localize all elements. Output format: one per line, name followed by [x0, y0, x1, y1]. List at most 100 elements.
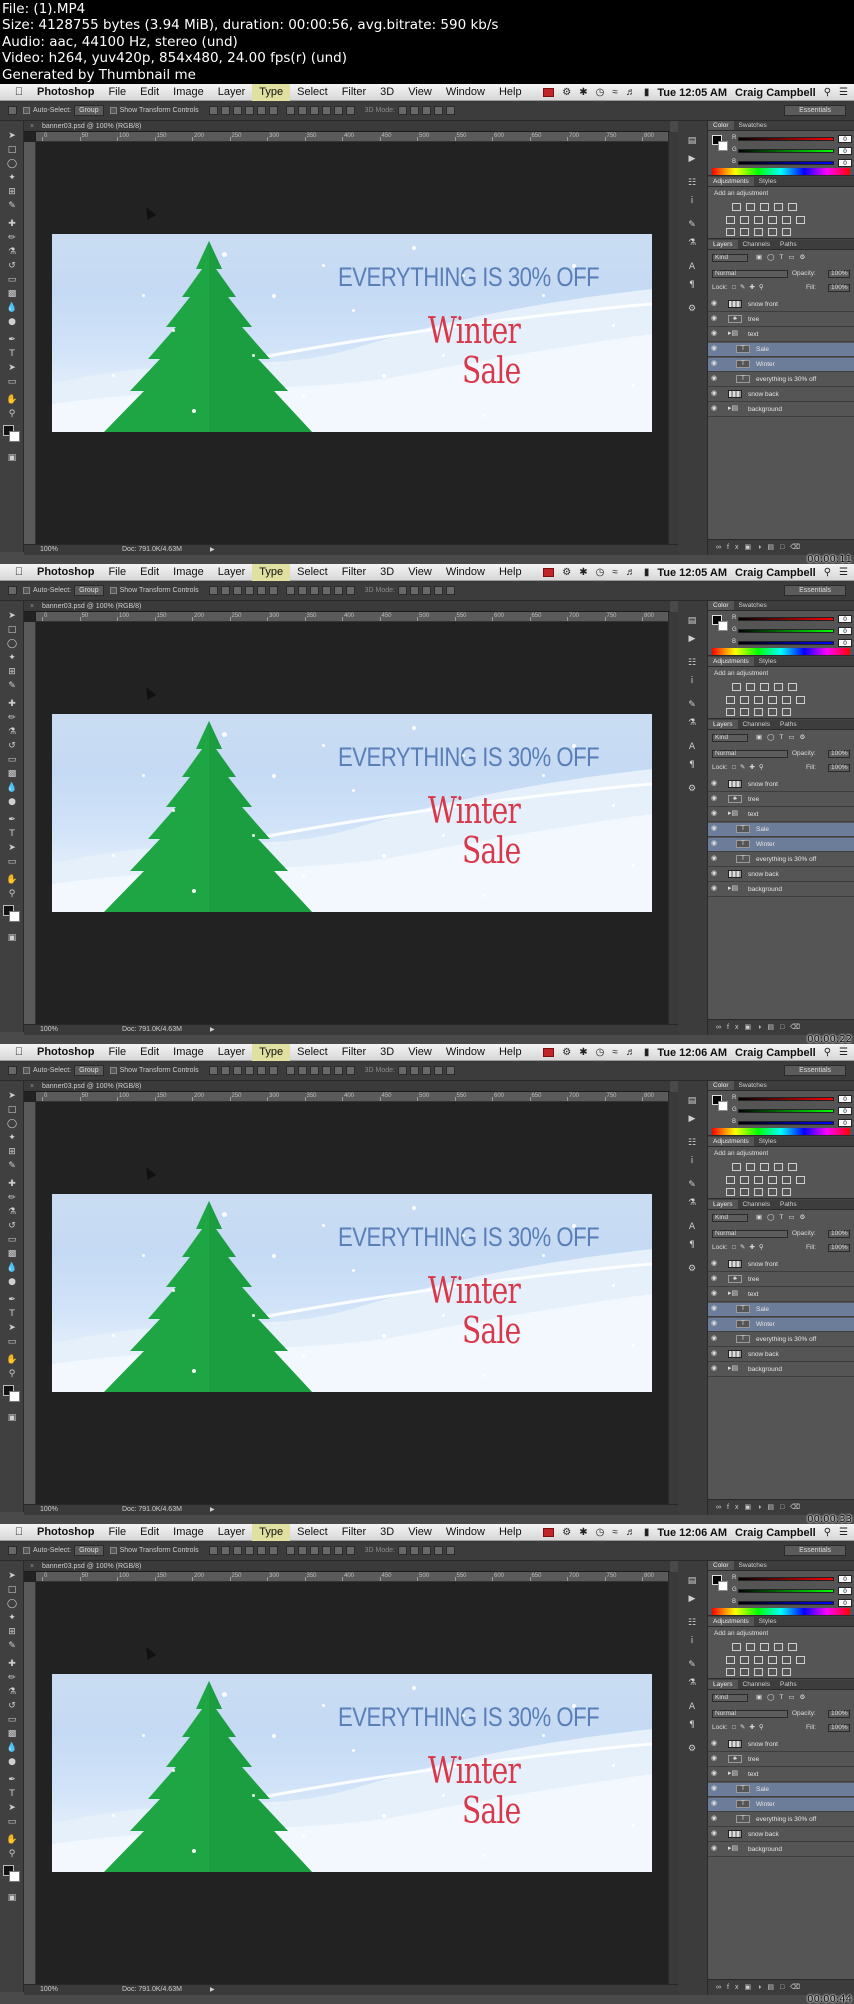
layer-row[interactable]: ◉ snow front: [708, 1258, 854, 1272]
time-machine-icon[interactable]: ◷: [596, 1047, 605, 1058]
history-icon[interactable]: ▤: [686, 135, 698, 147]
tab-channels[interactable]: Channels: [738, 1680, 775, 1689]
menu-layer[interactable]: Layer: [211, 1524, 253, 1541]
3d-slide-icon[interactable]: [433, 586, 443, 595]
distribute-middle-icon[interactable]: [297, 106, 307, 115]
blue-slider[interactable]: [738, 641, 834, 645]
fx-icon[interactable]: fx: [727, 1504, 744, 1511]
layer-row[interactable]: ◉ T Winter: [708, 358, 854, 372]
align-center-icon[interactable]: [256, 106, 266, 115]
gradient-tool-icon[interactable]: ▩: [5, 767, 19, 781]
zoom-tool-icon[interactable]: ⚲: [5, 1847, 19, 1861]
history-brush-tool-icon[interactable]: ↺: [5, 1699, 19, 1713]
3d-rotate-icon[interactable]: [397, 106, 407, 115]
blur-tool-icon[interactable]: 💧: [5, 1741, 19, 1755]
move-tool-icon[interactable]: [8, 1066, 17, 1075]
battery-icon[interactable]: ▮: [644, 567, 650, 578]
crop-tool-icon[interactable]: ⊞: [5, 1145, 19, 1159]
quick-select-tool-icon[interactable]: ✦: [5, 1131, 19, 1145]
menu-select[interactable]: Select: [290, 1044, 335, 1061]
info-icon[interactable]: i: [686, 1155, 698, 1167]
auto-select-dropdown[interactable]: Group: [74, 1545, 104, 1556]
eye-icon[interactable]: ◉: [711, 358, 720, 370]
threshold-icon[interactable]: [754, 1668, 763, 1676]
mask-icon[interactable]: ▣: [744, 1024, 757, 1031]
green-slider[interactable]: [738, 629, 834, 633]
crop-tool-icon[interactable]: ⊞: [5, 1625, 19, 1639]
layer-row[interactable]: ◉ snow back: [708, 868, 854, 882]
align-top-icon[interactable]: [208, 1546, 218, 1555]
hue-sat-icon[interactable]: [726, 1656, 735, 1664]
align-left-icon[interactable]: [244, 106, 254, 115]
menu-edit[interactable]: Edit: [133, 84, 166, 101]
background-swatch[interactable]: [718, 621, 728, 631]
menu-app-name[interactable]: Photoshop: [30, 1044, 101, 1061]
3d-rotate-icon[interactable]: [397, 1066, 407, 1075]
search-icon[interactable]: ⚲: [824, 1047, 831, 1058]
3d-roll-icon[interactable]: [409, 1546, 419, 1555]
green-slider[interactable]: [738, 1589, 834, 1593]
flag-icon[interactable]: [543, 88, 555, 97]
menu-layer[interactable]: Layer: [211, 84, 253, 101]
tab-layers[interactable]: Layers: [708, 1680, 738, 1689]
posterize-icon[interactable]: [740, 228, 749, 236]
blue-slider[interactable]: [738, 161, 834, 165]
align-center-icon[interactable]: [256, 1066, 266, 1075]
tab-styles[interactable]: Styles: [754, 177, 782, 186]
pen-tool-icon[interactable]: ✒: [5, 813, 19, 827]
type-tool-icon[interactable]: T: [5, 347, 19, 361]
red-value[interactable]: 0: [838, 615, 852, 623]
selective-color-icon[interactable]: [782, 1188, 791, 1196]
tab-paths[interactable]: Paths: [775, 1200, 802, 1209]
layer-kind-dropdown[interactable]: Kind: [712, 1694, 748, 1702]
marquee-tool-icon[interactable]: □: [5, 143, 19, 157]
black-white-icon[interactable]: [754, 1656, 763, 1664]
black-white-icon[interactable]: [754, 1176, 763, 1184]
gear-icon[interactable]: ⚙: [562, 87, 571, 98]
background-swatch[interactable]: [718, 1581, 728, 1591]
distribute-right-icon[interactable]: [345, 106, 355, 115]
zoom-tool-icon[interactable]: ⚲: [5, 887, 19, 901]
eye-icon[interactable]: ◉: [711, 1348, 720, 1360]
3d-scale-icon[interactable]: [445, 1546, 455, 1555]
posterize-icon[interactable]: [740, 1668, 749, 1676]
align-right-icon[interactable]: [268, 1066, 278, 1075]
fill-field[interactable]: 100%: [828, 764, 850, 772]
close-icon[interactable]: ×: [30, 1081, 34, 1092]
eye-icon[interactable]: ◉: [711, 1843, 720, 1855]
align-left-icon[interactable]: [244, 1066, 254, 1075]
tab-swatches[interactable]: Swatches: [734, 1561, 772, 1570]
auto-select-checkbox[interactable]: [23, 1547, 30, 1554]
distribute-top-icon[interactable]: [285, 106, 295, 115]
history-brush-tool-icon[interactable]: ↺: [5, 259, 19, 273]
align-center-icon[interactable]: [256, 1546, 266, 1555]
document-tab[interactable]: × banner03.psd @ 100% (RGB/8): [24, 121, 670, 132]
layer-row[interactable]: ◉ ▸▤ text: [708, 1288, 854, 1302]
distribute-center-icon[interactable]: [333, 106, 343, 115]
adjustment-layer-icon[interactable]: ◑: [757, 1984, 767, 1991]
character-icon[interactable]: A: [686, 1221, 698, 1233]
opacity-field[interactable]: 100%: [828, 750, 850, 758]
link-icon[interactable]: ∞: [716, 1024, 727, 1031]
align-bottom-icon[interactable]: [232, 1546, 242, 1555]
blue-value[interactable]: 0: [838, 639, 852, 647]
stamp-tool-icon[interactable]: ⚗: [5, 1205, 19, 1219]
zoom-tool-icon[interactable]: ⚲: [5, 1367, 19, 1381]
align-left-icon[interactable]: [244, 1546, 254, 1555]
menu-view[interactable]: View: [401, 1524, 439, 1541]
pen-tool-icon[interactable]: ✒: [5, 1773, 19, 1787]
clone-source-icon[interactable]: ⚗: [686, 237, 698, 249]
layer-row[interactable]: ◉ ▸▤ background: [708, 403, 854, 417]
distribute-bottom-icon[interactable]: [309, 1546, 319, 1555]
brush-presets-icon[interactable]: ✎: [686, 699, 698, 711]
shape-tool-icon[interactable]: ▭: [5, 1335, 19, 1349]
shape-tool-icon[interactable]: ▭: [5, 855, 19, 869]
apple-icon[interactable]: : [10, 86, 28, 98]
gradient-map-icon[interactable]: [768, 228, 777, 236]
menu-select[interactable]: Select: [290, 564, 335, 581]
eye-icon[interactable]: ◉: [711, 853, 720, 865]
brightness-icon[interactable]: [732, 683, 741, 691]
menu-window[interactable]: Window: [439, 564, 492, 581]
brush-tool-icon[interactable]: ✏: [5, 711, 19, 725]
3d-pan-icon[interactable]: [421, 1546, 431, 1555]
